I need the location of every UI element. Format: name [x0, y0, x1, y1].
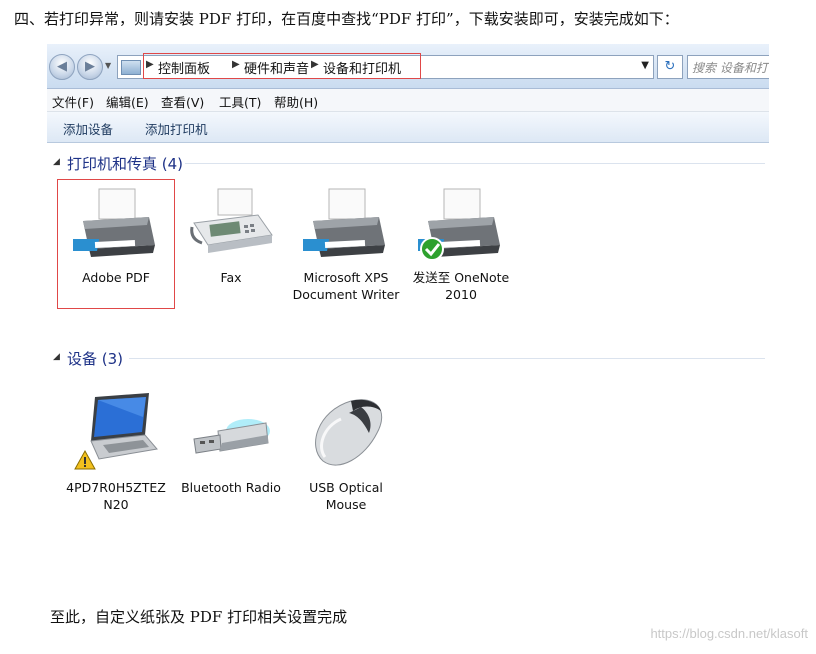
mouse-icon	[315, 399, 383, 466]
device-label: 4PD7R0H5ZTEZ N20	[66, 480, 166, 512]
group-divider	[129, 358, 765, 359]
devices-and-printers-window: ◀ ▶ ▼ ▶ 控制面板 ▶ 硬件和声音 ▶ 设备和打印机 ▼ ↻ 搜索 设备和…	[47, 44, 769, 564]
device-bluetooth-radio[interactable]: Bluetooth Radio	[174, 391, 288, 515]
usb-bluetooth-icon	[193, 419, 270, 454]
device-laptop[interactable]: 4PD7R0H5ZTEZ N20	[59, 391, 173, 515]
printer-label: Microsoft XPS Document Writer	[292, 270, 400, 302]
collapse-triangle-icon[interactable]: ◢	[53, 157, 60, 167]
menu-help[interactable]: 帮助(H)	[274, 92, 318, 111]
outro-text: 至此，自定义纸张及 PDF 打印相关设置完成	[50, 608, 348, 626]
group-title-devices: 设备 (3)	[67, 350, 124, 368]
add-printer-button[interactable]: 添加打印机	[145, 119, 208, 138]
printer-icon	[73, 188, 155, 257]
menu-view[interactable]: 查看(V)	[161, 92, 204, 111]
arrow-left-icon: ◀	[57, 59, 67, 74]
menu-file[interactable]: 文件(F)	[52, 92, 94, 111]
address-box[interactable]: ▶ 控制面板 ▶ 硬件和声音 ▶ 设备和打印机 ▼	[117, 53, 654, 79]
menu-edit[interactable]: 编辑(E)	[106, 92, 149, 111]
intro-text: 四、若打印异常，则请安装 PDF 打印，在百度中查找“PDF 打印”，下载安装即…	[14, 10, 679, 28]
printer-icon	[418, 188, 500, 261]
back-button[interactable]: ◀	[49, 54, 75, 80]
refresh-button[interactable]: ↻	[657, 55, 683, 79]
device-label: USB Optical Mouse	[309, 480, 383, 512]
printer-onenote[interactable]: 发送至 OneNote 2010	[404, 183, 518, 303]
printer-label: Adobe PDF	[82, 270, 150, 285]
menu-tools[interactable]: 工具(T)	[219, 92, 261, 111]
command-bar: 添加设备 添加打印机	[47, 112, 769, 143]
search-input[interactable]: 搜索 设备和打印机	[687, 55, 769, 79]
fax-icon	[190, 188, 273, 253]
recent-pages-dropdown-icon[interactable]: ▼	[105, 61, 111, 70]
devices-content-area: ◢ 打印机和传真 (4) Adobe PDF Fax Microsoft XPS…	[47, 143, 769, 564]
printer-fax[interactable]: Fax	[174, 183, 288, 303]
printer-microsoft-xps[interactable]: Microsoft XPS Document Writer	[289, 183, 403, 323]
watermark: https://blog.csdn.net/klasoft	[650, 626, 808, 641]
group-title-printers: 打印机和传真 (4)	[67, 155, 184, 173]
add-device-button[interactable]: 添加设备	[63, 119, 113, 138]
group-header-printers[interactable]: ◢ 打印机和传真 (4)	[53, 153, 765, 173]
chevron-down-icon[interactable]: ▼	[641, 60, 649, 71]
printer-label: 发送至 OneNote 2010	[412, 270, 510, 302]
printer-adobe-pdf[interactable]: Adobe PDF	[59, 183, 173, 303]
menu-bar: 文件(F) 编辑(E) 查看(V) 工具(T) 帮助(H)	[47, 89, 769, 112]
control-panel-icon	[121, 60, 141, 75]
breadcrumb-highlight-box	[143, 53, 421, 79]
address-bar: ◀ ▶ ▼ ▶ 控制面板 ▶ 硬件和声音 ▶ 设备和打印机 ▼ ↻ 搜索 设备和…	[47, 44, 769, 89]
forward-button[interactable]: ▶	[77, 54, 103, 80]
group-divider	[185, 163, 765, 164]
device-usb-mouse[interactable]: USB Optical Mouse	[289, 391, 403, 515]
search-placeholder: 搜索 设备和打印机	[692, 61, 769, 75]
default-check-icon	[420, 237, 444, 261]
arrow-right-icon: ▶	[85, 59, 95, 74]
refresh-icon: ↻	[664, 59, 676, 74]
collapse-triangle-icon[interactable]: ◢	[53, 352, 60, 362]
fax-label: Fax	[220, 270, 242, 285]
laptop-icon	[74, 393, 158, 470]
printer-icon	[303, 188, 385, 257]
device-label: Bluetooth Radio	[181, 480, 281, 495]
group-header-devices[interactable]: ◢ 设备 (3)	[53, 348, 765, 368]
